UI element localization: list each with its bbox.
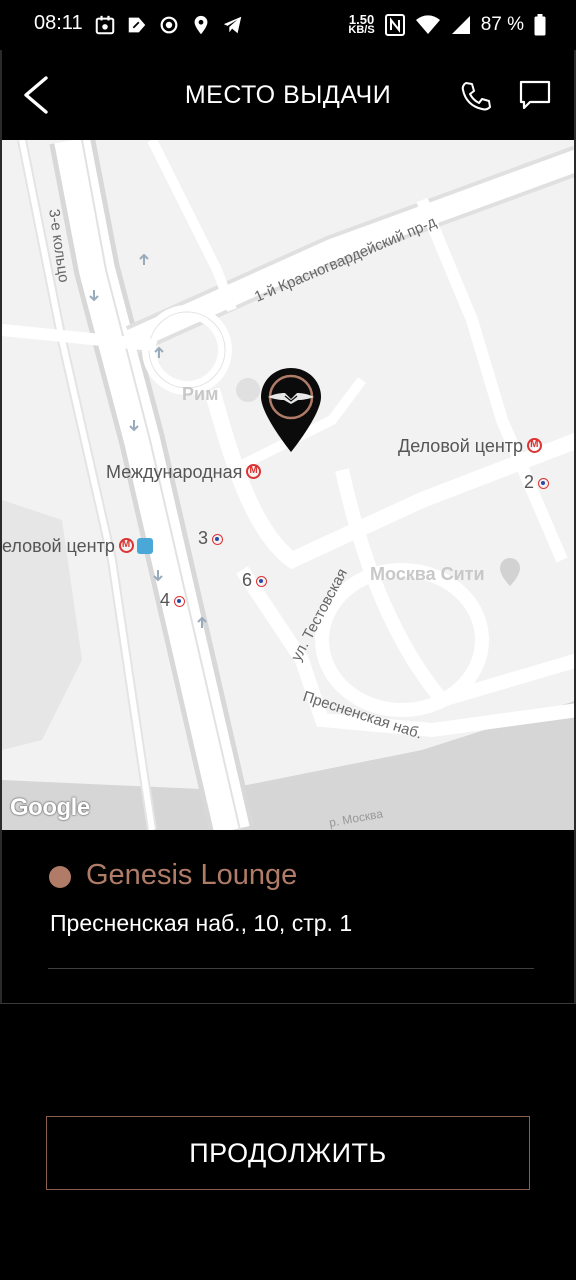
- telegram-icon: [223, 16, 242, 34]
- map-label-restaurant: Рим: [182, 384, 219, 404]
- metro-icon: [246, 464, 262, 479]
- status-time: 08:11: [34, 12, 83, 34]
- map-label-delovoy-left: еловой центр: [2, 536, 153, 557]
- location-icon: [194, 15, 208, 35]
- train-icon: [136, 538, 153, 554]
- sync-icon: [160, 16, 178, 34]
- map-label-delovoy-right-text: Деловой центр: [398, 436, 524, 456]
- map-label-delovoy-left-text: еловой центр: [2, 536, 115, 556]
- metro-exit-icon: [256, 576, 268, 587]
- battery-icon: [534, 14, 546, 36]
- phone-button[interactable]: [460, 80, 494, 112]
- battery-level: 87 %: [480, 14, 524, 35]
- map-label-moskva-city: Москва Сити: [370, 564, 485, 584]
- map-label-exit-4: 4: [160, 590, 186, 611]
- wifi-icon: [415, 15, 440, 34]
- location-panel: Genesis Lounge Пресненская наб., 10, стр…: [0, 830, 576, 1004]
- chat-button[interactable]: [518, 78, 552, 112]
- status-bar: 08:11 1.50 KB/S 87 %: [0, 0, 576, 50]
- tag-icon: [128, 17, 146, 33]
- map-canvas: [2, 140, 574, 830]
- location-address: Пресненская наб., 10, стр. 1: [50, 910, 353, 936]
- system-indicators: 1.50 KB/S 87 %: [348, 10, 546, 40]
- metro-icon: [118, 538, 134, 553]
- location-pin[interactable]: [258, 366, 324, 456]
- metro-exit-icon: [174, 596, 186, 607]
- map-label-exit-6: 6: [242, 570, 268, 591]
- calendar-icon: [95, 15, 115, 35]
- location-status-dot: [49, 866, 71, 888]
- location-name: Genesis Lounge: [86, 859, 298, 891]
- map-label-mezhdunarodnaya-text: Международная: [106, 462, 243, 482]
- metro-exit-icon: [212, 534, 224, 545]
- google-logo: Google: [10, 794, 90, 821]
- app-header: МЕСТО ВЫДАЧИ: [0, 50, 576, 140]
- map-label-delovoy-right: Деловой центр: [398, 436, 543, 457]
- network-speed: 1.50 KB/S: [348, 12, 375, 36]
- signal-icon: [451, 16, 470, 34]
- metro-exit-icon: [538, 478, 550, 489]
- map-view[interactable]: 3-е кольцо 1-й Красногвардейский пр-д Ри…: [0, 140, 576, 830]
- nfc-icon: [384, 14, 405, 36]
- divider: [48, 968, 534, 969]
- metro-icon: [527, 438, 543, 453]
- map-label-exit-3: 3: [198, 528, 224, 549]
- map-label-mezhdunarodnaya: Международная: [106, 462, 262, 483]
- continue-button[interactable]: ПРОДОЛЖИТЬ: [46, 1116, 530, 1190]
- notification-icons: [94, 12, 244, 38]
- map-label-exit-2: 2: [524, 472, 550, 493]
